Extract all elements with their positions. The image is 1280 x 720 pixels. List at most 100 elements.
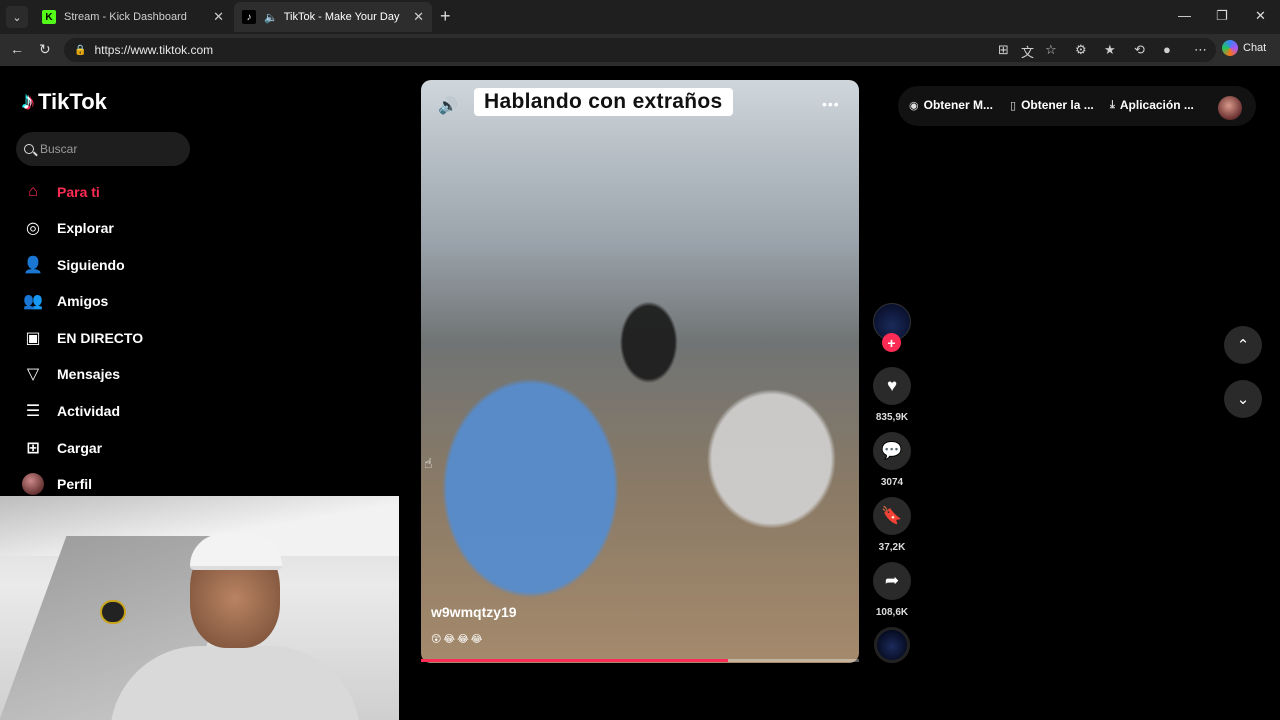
chevron-down-icon: ⌄ [1236, 391, 1250, 408]
like-button[interactable]: ♥ [873, 367, 911, 405]
sidebar-item-label: Actividad [57, 403, 121, 419]
share-button[interactable]: ➦ [873, 562, 911, 600]
sidebar-item-label: Cargar [57, 440, 103, 456]
search-input[interactable]: Buscar [16, 132, 190, 166]
video-player[interactable] [421, 80, 859, 663]
video-author[interactable]: w9wmqtzy19 [431, 604, 517, 620]
heart-icon: ♥ [886, 376, 898, 395]
video-caption: 😲😂😂😂 [431, 634, 485, 645]
profile-avatar[interactable] [1218, 96, 1242, 120]
desktop-app-button[interactable]: ⤓ Aplicación ... [1110, 98, 1194, 112]
webcam-person-cap [190, 534, 282, 570]
minimize-icon[interactable]: — [1178, 8, 1191, 23]
sidebar-item-label: EN DIRECTO [57, 330, 144, 346]
home-icon: ⌂ [28, 183, 38, 200]
comment-icon: 💬 [881, 441, 903, 460]
sidebar-item-cargar[interactable]: ⊞ Cargar [22, 436, 102, 460]
share-icon: ➦ [884, 571, 900, 590]
tab-title: TikTok - Make Your Day [283, 11, 400, 23]
bookmark-icon: 🔖 [881, 506, 903, 525]
upload-icon: ⊞ [26, 440, 40, 457]
new-tab-icon[interactable]: + [440, 6, 451, 27]
user-follow-icon: 👤 [23, 257, 43, 274]
volume-icon[interactable]: 🔊 [438, 96, 458, 116]
sidebar-item-en-directo[interactable]: ▣ EN DIRECTO [22, 326, 143, 350]
coin-icon: ◉ [909, 99, 919, 112]
restore-icon[interactable]: ❐ [1216, 8, 1228, 24]
sidebar-item-label: Amigos [57, 293, 109, 309]
phone-icon: ▯ [1010, 99, 1017, 112]
more-options-icon[interactable]: ⋯ [1194, 42, 1207, 58]
chevron-up-icon: ⌃ [1236, 337, 1250, 354]
live-icon: ▣ [25, 330, 41, 347]
friends-icon: 👥 [23, 293, 43, 310]
video-progress-fill [421, 659, 728, 662]
send-icon: ▽ [26, 366, 40, 383]
tab-kick-dashboard[interactable]: K Stream - Kick Dashboard ✕ [34, 2, 232, 32]
save-count: 37,2K [878, 542, 906, 553]
copilot-icon [1222, 40, 1238, 56]
history-icon[interactable]: ⟲ [1134, 42, 1145, 58]
profile-avatar-icon [22, 473, 44, 495]
get-app-button[interactable]: ▯ Obtener la ... [1010, 98, 1094, 112]
webcam-overlay [0, 496, 399, 720]
sidebar-item-actividad[interactable]: ☰ Actividad [22, 399, 120, 423]
tiktok-logo[interactable]: ♪ TikTok [22, 88, 107, 116]
extensions-icon[interactable]: ⚙ [1075, 42, 1087, 58]
next-video-button[interactable]: ⌄ [1224, 380, 1262, 418]
avatar [22, 473, 44, 495]
music-disc-avatar[interactable] [874, 627, 910, 663]
video-overlay-title: Hablando con extraños [474, 88, 733, 116]
lock-icon: 🔒 [74, 44, 87, 56]
helmet-icon [100, 600, 126, 624]
close-tab-icon[interactable]: ✕ [213, 9, 224, 25]
sidebar-item-explorar[interactable]: ◎ Explorar [22, 216, 114, 240]
back-icon[interactable]: ← [10, 41, 24, 57]
chat-label: Chat [1243, 42, 1267, 54]
sidebar-item-label: Para ti [57, 184, 100, 200]
sidebar-item-amigos[interactable]: 👥 Amigos [22, 289, 108, 313]
app-icon[interactable]: ⊞ [998, 42, 1009, 58]
profile-icon[interactable]: ● [1163, 42, 1171, 57]
activity-icon: ☰ [25, 403, 41, 420]
copilot-chat-button[interactable]: Chat [1222, 40, 1266, 56]
translate-icon[interactable]: 文 [1021, 42, 1034, 61]
download-icon: ⤓ [1110, 98, 1115, 111]
sidebar-item-para-ti[interactable]: ⌂ Para ti [22, 180, 100, 204]
browser-toolbar: ← ↻ 🔒 https://www.tiktok.com ⊞ 文 ☆ ⚙ ★ ⟲… [0, 34, 1280, 66]
header-item-label: Obtener M... [923, 98, 993, 112]
compass-icon: ◎ [26, 220, 40, 237]
logo-text: TikTok [38, 89, 107, 114]
sidebar-item-label: Explorar [57, 220, 114, 236]
sidebar-item-siguiendo[interactable]: 👤 Siguiendo [22, 253, 125, 277]
header-item-label: Obtener la ... [1021, 98, 1094, 112]
follow-plus-icon[interactable]: + [882, 333, 901, 352]
more-options-icon[interactable]: ••• [822, 96, 840, 112]
save-button[interactable]: 🔖 [873, 497, 911, 535]
sidebar-item-perfil[interactable]: Perfil [22, 472, 92, 496]
close-window-icon[interactable]: ✕ [1255, 8, 1266, 24]
comment-count: 3074 [880, 477, 904, 488]
address-bar[interactable]: 🔒 https://www.tiktok.com [64, 38, 1216, 62]
tiktok-logo-icon: ♪ [22, 88, 34, 115]
previous-video-button[interactable]: ⌃ [1224, 326, 1262, 364]
refresh-icon[interactable]: ↻ [39, 41, 51, 58]
tiktok-icon: ♪ [242, 10, 256, 24]
favorite-star-icon[interactable]: ☆ [1045, 42, 1057, 58]
tab-actions-menu-icon[interactable]: ⌄ [6, 6, 28, 28]
favorites-icon[interactable]: ★ [1104, 42, 1116, 58]
comment-button[interactable]: 💬 [873, 432, 911, 470]
search-icon [24, 144, 34, 154]
kick-icon: K [42, 10, 56, 24]
sidebar-item-label: Mensajes [57, 366, 121, 382]
sidebar-item-label: Perfil [57, 476, 93, 492]
speaker-icon[interactable]: 🔈 [264, 11, 278, 24]
close-tab-icon[interactable]: ✕ [413, 9, 424, 25]
get-coins-button[interactable]: ◉ Obtener M... [909, 98, 993, 112]
sidebar-item-mensajes[interactable]: ▽ Mensajes [22, 362, 120, 386]
url-text: https://www.tiktok.com [94, 43, 214, 57]
search-placeholder: Buscar [40, 142, 78, 156]
tab-tiktok[interactable]: ♪ 🔈 TikTok - Make Your Day ✕ [234, 2, 432, 32]
mouse-cursor-icon: ☝ [424, 455, 433, 471]
tab-title: Stream - Kick Dashboard [64, 11, 187, 23]
